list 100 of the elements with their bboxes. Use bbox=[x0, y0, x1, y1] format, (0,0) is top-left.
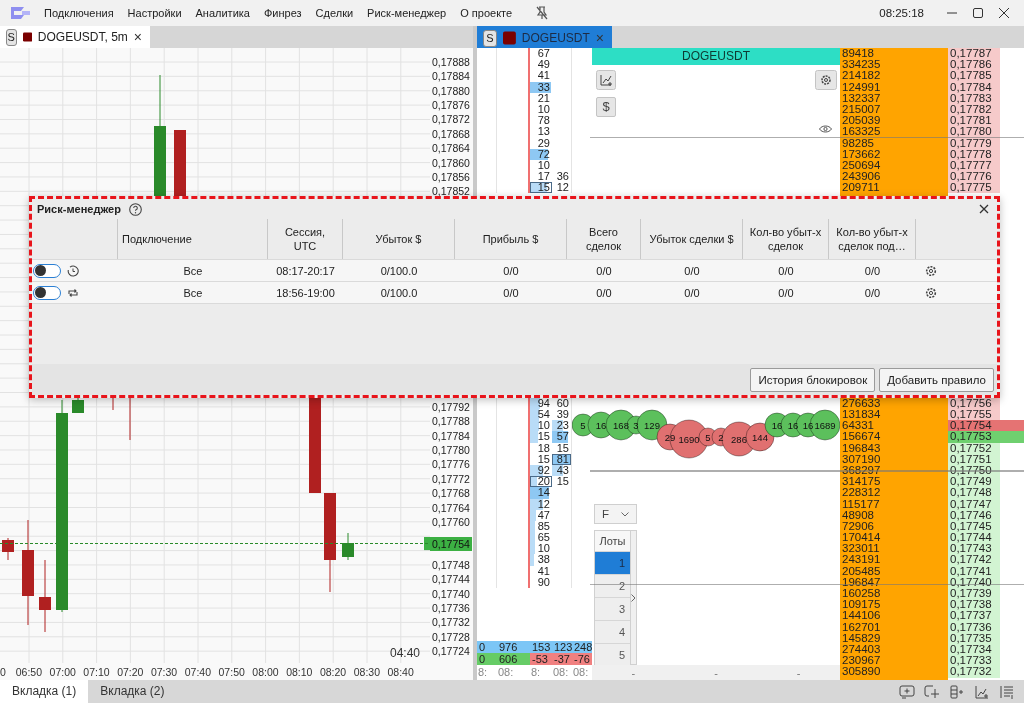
table-cell-text: Все bbox=[182, 285, 204, 301]
time-label: 0 bbox=[0, 665, 7, 678]
toggle-switch[interactable] bbox=[33, 285, 61, 300]
price-cell: 0,17747 bbox=[948, 498, 1000, 510]
volume-cell-text: 89418 bbox=[841, 48, 875, 60]
volume-cell-text: 170414 bbox=[841, 532, 882, 544]
volume-cell: 36 bbox=[556, 170, 569, 183]
volume-cell: 65 bbox=[537, 531, 550, 544]
price-cell: 0,17784 bbox=[948, 81, 1000, 93]
add-window-icon[interactable] bbox=[899, 684, 915, 699]
table-cell-text: 0/0 bbox=[502, 285, 520, 301]
menu-item[interactable]: Аналитика bbox=[195, 7, 250, 19]
summary-cell: 123 bbox=[552, 641, 572, 653]
source-badge: S bbox=[483, 29, 497, 47]
time-label: 07:50 bbox=[217, 665, 246, 678]
add-loop-icon[interactable] bbox=[924, 684, 940, 699]
table-cell-text: 0/100.0 bbox=[379, 263, 419, 279]
volume-cell: 47 bbox=[537, 508, 550, 521]
chevron-right-icon[interactable] bbox=[631, 593, 636, 602]
dialog-button[interactable]: Добавить правило bbox=[879, 367, 994, 392]
price-cell: 0,17754 bbox=[948, 420, 1024, 432]
price-cell: 0,17751 bbox=[948, 453, 1000, 465]
volume-cell: 94 bbox=[537, 396, 550, 409]
bubble-label: 16 bbox=[787, 419, 799, 431]
volume-cell-text: 145829 bbox=[841, 632, 882, 644]
price-cell: 0,17755 bbox=[948, 409, 1000, 421]
volume-cell-text: 48908 bbox=[841, 509, 875, 521]
price-tick: 0,17788 bbox=[431, 414, 471, 429]
lots-header: Лоты bbox=[595, 531, 630, 551]
price-cell: 0,17749 bbox=[948, 476, 1000, 488]
currency-button[interactable]: $ bbox=[596, 97, 616, 117]
dialog-title: Риск-менеджер bbox=[37, 203, 121, 215]
price-tick: 0,17764 bbox=[431, 500, 471, 515]
chart-add-button[interactable] bbox=[596, 70, 616, 90]
price-tick: 0,17760 bbox=[431, 514, 471, 530]
volume-cell: 14 bbox=[537, 486, 550, 499]
volume-cell-text: 307190 bbox=[841, 453, 882, 465]
timer-icon bbox=[67, 264, 79, 277]
close-icon[interactable] bbox=[979, 204, 989, 214]
add-column-icon[interactable] bbox=[949, 684, 965, 699]
table-cell-text: 0/0 bbox=[863, 263, 882, 279]
chart-add-icon[interactable] bbox=[974, 684, 990, 699]
volume-cell: 57 bbox=[556, 430, 569, 443]
time-label: 07:40 bbox=[183, 665, 212, 678]
table-cell-text: 0/0 bbox=[863, 285, 882, 301]
eye-icon[interactable] bbox=[819, 125, 832, 133]
menu-item[interactable]: Настройки bbox=[127, 7, 182, 19]
price-tick: 0,17776 bbox=[431, 457, 471, 472]
workspace-tab[interactable]: Вкладка (1) bbox=[0, 680, 89, 703]
volume-cell-text: 305890 bbox=[841, 666, 882, 678]
volume-cell: 72 bbox=[537, 147, 550, 160]
volume-cell-text: 334235 bbox=[841, 59, 882, 71]
bubble-label: 5 bbox=[705, 431, 711, 443]
volume-cell: 60 bbox=[556, 396, 569, 409]
price-tick: 0,17792 bbox=[431, 400, 471, 415]
workspace-tab[interactable]: Вкладка (2) bbox=[88, 680, 177, 703]
time-label: 08:40 bbox=[386, 665, 415, 678]
table-cell-text: 0/100.0 bbox=[379, 285, 419, 301]
panel-tab[interactable]: S DOGEUSDT, 5m × bbox=[0, 26, 150, 48]
lot-option[interactable]: 5 bbox=[595, 643, 630, 666]
volume-cell: 12 bbox=[556, 181, 569, 194]
price-tick: 0,17876 bbox=[431, 98, 471, 113]
menu-item[interactable]: О проекте bbox=[460, 7, 513, 19]
maximize-icon[interactable] bbox=[972, 7, 984, 19]
menu-item[interactable]: Подключения bbox=[44, 7, 114, 19]
unpin-icon[interactable] bbox=[536, 6, 549, 20]
bubble-label: 29 bbox=[664, 431, 676, 443]
volume-cell-text: 173662 bbox=[841, 148, 882, 160]
price-cell: 0,17732 bbox=[948, 666, 1000, 678]
summary-cell: 248 bbox=[572, 641, 592, 653]
settings-icon[interactable] bbox=[924, 286, 937, 299]
volume-cell-text: 215007 bbox=[841, 103, 882, 116]
tab-close[interactable]: × bbox=[133, 29, 142, 45]
menu-item[interactable]: Сделки bbox=[315, 7, 354, 19]
volume-cell-text: 250694 bbox=[841, 159, 882, 172]
volume-cell-text: 205039 bbox=[841, 115, 882, 127]
instrument-square-icon bbox=[22, 30, 32, 44]
volume-cell: 10 bbox=[537, 542, 550, 555]
help-icon[interactable] bbox=[128, 202, 142, 216]
volume-cell-text: 98285 bbox=[841, 137, 875, 149]
volume-cell-text: 109175 bbox=[841, 599, 882, 611]
settings-icon[interactable] bbox=[924, 264, 937, 277]
volume-cell: 15 bbox=[556, 475, 569, 488]
settings-button[interactable] bbox=[815, 70, 837, 90]
table-cell-text: 08:17-20:17 bbox=[275, 263, 336, 279]
volume-cell: 54 bbox=[537, 408, 550, 420]
volume-cell-text: 214182 bbox=[841, 70, 882, 82]
close-icon[interactable] bbox=[998, 7, 1010, 19]
candle bbox=[342, 532, 354, 561]
filter-dropdown[interactable]: F bbox=[594, 504, 637, 524]
tab-title: DOGEUSDT bbox=[521, 31, 590, 45]
menu-item[interactable]: Риск-менеджер bbox=[367, 7, 447, 19]
dialog-button[interactable]: История блокировок bbox=[750, 367, 876, 392]
toggle-switch[interactable] bbox=[33, 263, 61, 278]
clock: 08:25:18 bbox=[879, 7, 924, 19]
menu-item[interactable]: Финрез bbox=[264, 7, 302, 19]
countdown-timer: 04:40 bbox=[389, 646, 420, 660]
bubble-label: 1689 bbox=[814, 419, 836, 431]
panel-tab[interactable]: S DOGEUSDT × bbox=[477, 26, 612, 48]
price-cell: 0,17746 bbox=[948, 509, 1000, 521]
